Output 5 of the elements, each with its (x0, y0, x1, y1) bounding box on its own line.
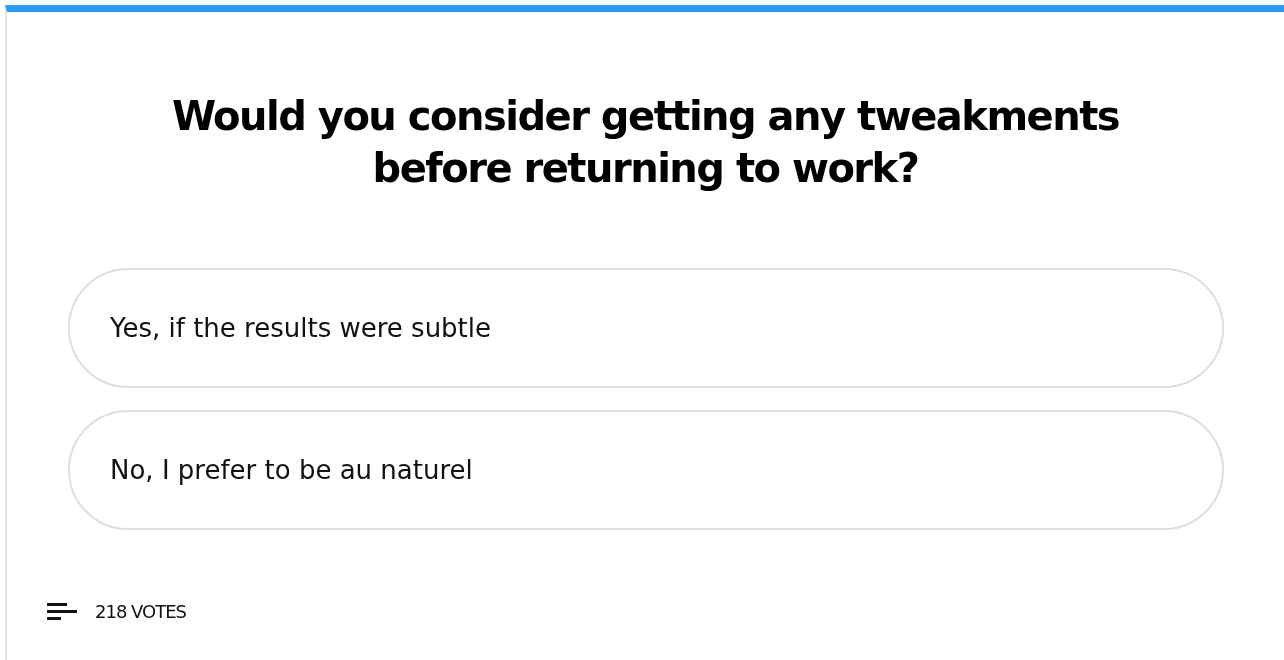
bar-chart-icon (47, 602, 77, 621)
poll-option[interactable]: No, I prefer to be au naturel (68, 410, 1224, 530)
poll-option[interactable]: Yes, if the results were subtle (68, 268, 1224, 388)
vote-count: 218 VOTES (95, 600, 187, 624)
poll-question: Would you consider getting any tweakments before returning to work? (170, 92, 1121, 193)
